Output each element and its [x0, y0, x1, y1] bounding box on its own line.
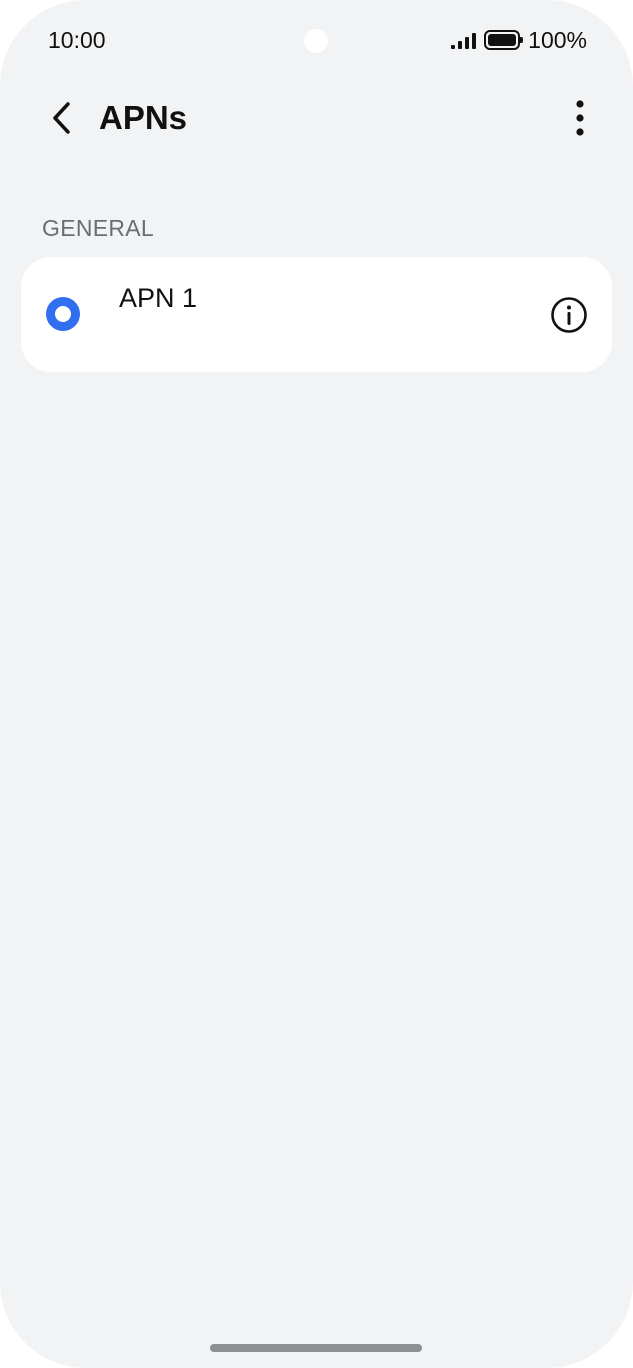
more-vert-icon: [576, 100, 584, 136]
chevron-left-icon: [53, 102, 70, 134]
apn-info-button[interactable]: [546, 292, 592, 338]
status-bar: 10:00 100%: [0, 0, 633, 80]
apn-name: APN 1: [119, 283, 198, 313]
more-options-button[interactable]: [556, 94, 604, 142]
apn-list-card: APN 1: [21, 257, 612, 372]
status-indicators: 100%: [451, 26, 587, 54]
apn-list-item[interactable]: APN 1: [21, 257, 521, 372]
home-indicator[interactable]: [210, 1344, 422, 1352]
battery-icon: [484, 30, 524, 50]
front-camera: [304, 29, 328, 53]
signal-icon: [451, 31, 477, 49]
section-header-general: GENERAL: [42, 215, 155, 241]
phone-screen: 10:00 100% APNs GENERAL APN 1: [0, 0, 633, 1368]
app-bar: APNs: [0, 80, 633, 156]
back-button[interactable]: [38, 94, 86, 142]
radio-button-selected[interactable]: [46, 297, 80, 331]
status-time: 10:00: [48, 27, 106, 53]
page-title: APNs: [99, 99, 188, 136]
battery-percentage: 100%: [528, 27, 587, 53]
info-icon: [551, 297, 587, 333]
